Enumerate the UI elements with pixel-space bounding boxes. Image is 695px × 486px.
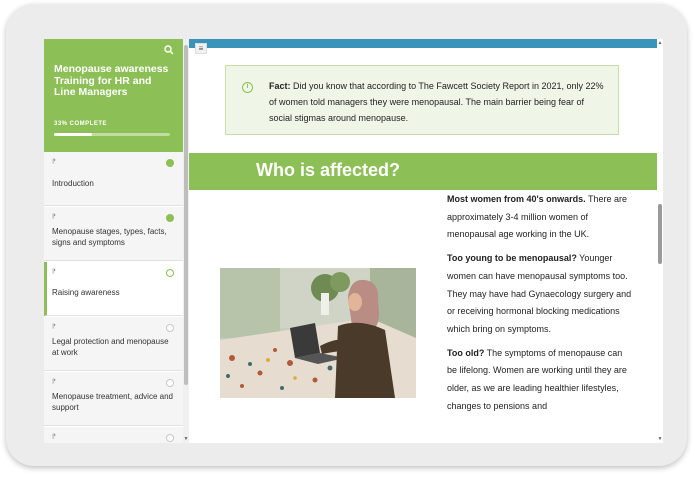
info-icon: i <box>242 82 253 93</box>
empty-circle-icon <box>166 379 174 387</box>
text-lesson-icon: ⁋ <box>52 434 56 440</box>
sidebar-item-label: Introduction <box>52 179 94 188</box>
sidebar-item-label: Menopause treatment, advice and support <box>52 392 173 412</box>
check-circle-icon <box>166 214 174 222</box>
paragraph: Too old? The symptoms of menopause can b… <box>447 345 632 416</box>
text-lesson-icon: ⁋ <box>52 159 56 165</box>
scroll-down-arrow-icon[interactable]: ▼ <box>657 436 663 442</box>
paragraph-lead: Too young to be menopausal? <box>447 253 577 264</box>
content-scrollbar-thumb[interactable] <box>658 204 662 264</box>
fact-body: Did you know that according to The Fawce… <box>269 81 604 123</box>
top-bar <box>189 39 657 48</box>
text-lesson-icon: ⁋ <box>52 324 56 330</box>
text-lesson-icon: ⁋ <box>52 269 56 275</box>
paragraph-lead: Too old? <box>447 347 485 358</box>
tablet-frame: Menopause awareness Training for HR and … <box>6 4 687 466</box>
sidebar-item-label: Raising awareness <box>52 288 120 297</box>
progress-label: 33% COMPLETE <box>54 121 108 127</box>
text-lesson-icon: ⁋ <box>52 214 56 220</box>
check-circle-icon <box>166 159 174 167</box>
fact-text: Fact: Did you know that according to The… <box>269 78 609 126</box>
menu-icon[interactable]: ≡ <box>195 43 207 54</box>
course-sidebar: Menopause awareness Training for HR and … <box>44 39 183 443</box>
course-title: Menopause awareness Training for HR and … <box>54 63 169 98</box>
woman-with-laptop-illustration <box>220 268 416 398</box>
content-scrollbar[interactable]: ▲ ▼ <box>657 39 663 443</box>
progress-circle-icon <box>166 269 174 277</box>
empty-circle-icon <box>166 324 174 332</box>
paragraph-lead: Most women from 40's onwards. <box>447 194 586 204</box>
sidebar-item-menopause-stages[interactable]: ⁋ Menopause stages, types, facts, signs … <box>44 207 183 261</box>
section-title: Who is affected? <box>256 160 401 180</box>
screen: Menopause awareness Training for HR and … <box>44 39 663 443</box>
text-lesson-icon: ⁋ <box>52 379 56 385</box>
body-text: Most women from 40's onwards. There are … <box>447 191 632 421</box>
paragraph: Most women from 40's onwards. There are … <box>447 191 632 244</box>
empty-circle-icon <box>166 434 174 442</box>
lesson-content: ≡ i Fact: Did you know that according to… <box>189 39 663 443</box>
sidebar-item-label: Menopause stages, types, facts, signs an… <box>52 227 167 247</box>
woman-with-laptop-image <box>220 268 416 398</box>
sidebar-item-introduction[interactable]: ⁋ Introduction <box>44 152 183 206</box>
sidebar-item-next[interactable]: ⁋ <box>44 427 183 443</box>
sidebar-item-legal-protection[interactable]: ⁋ Legal protection and menopause at work <box>44 317 183 371</box>
search-icon[interactable] <box>164 45 174 55</box>
sidebar-item-treatment-advice[interactable]: ⁋ Menopause treatment, advice and suppor… <box>44 372 183 426</box>
progress-bar-fill <box>54 133 93 136</box>
scroll-up-arrow-icon[interactable]: ▲ <box>657 40 663 46</box>
paragraph-body: Younger women can have menopausal sympto… <box>447 253 632 334</box>
fact-callout: i Fact: Did you know that according to T… <box>225 65 619 135</box>
sidebar-header: Menopause awareness Training for HR and … <box>44 39 183 152</box>
fact-label: Fact: <box>269 81 291 91</box>
sidebar-scrollbar-thumb[interactable] <box>184 45 188 385</box>
section-header-band: Who is affected? <box>189 153 657 190</box>
progress-bar <box>54 133 170 136</box>
sidebar-item-label: Legal protection and menopause at work <box>52 337 169 357</box>
paragraph: Too young to be menopausal? Younger wome… <box>447 250 632 339</box>
sidebar-item-raising-awareness[interactable]: ⁋ Raising awareness <box>44 262 183 316</box>
